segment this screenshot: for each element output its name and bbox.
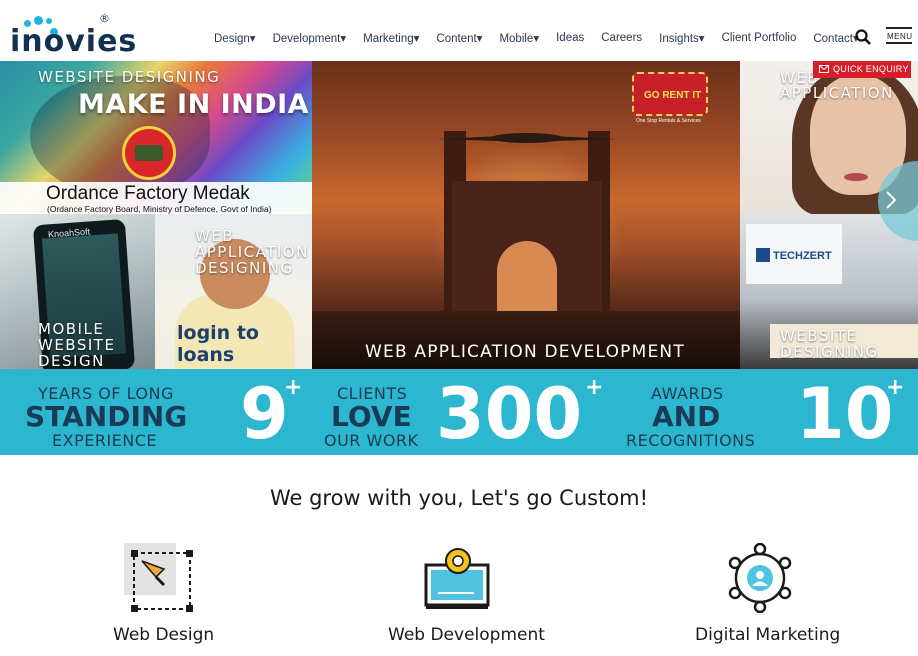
nav-development[interactable]: Development▾ bbox=[273, 31, 347, 45]
menu-bar bbox=[886, 27, 912, 29]
tile-title-line: DESIGNING bbox=[780, 343, 879, 361]
site-header: inovies ® Design▾ Development▾ Marketing… bbox=[0, 0, 918, 61]
tile-title-line: WEBSITE bbox=[38, 336, 116, 354]
stat-number: 300 bbox=[436, 373, 583, 455]
nav-insights[interactable]: Insights▾ bbox=[659, 31, 704, 45]
main-nav: Design▾ Development▾ Marketing▾ Content▾… bbox=[214, 30, 876, 46]
techzert-logo-icon bbox=[756, 248, 770, 262]
network-user-icon[interactable] bbox=[725, 542, 795, 614]
go-rent-it-subtitle: One Stop Rentals & Services bbox=[636, 118, 701, 124]
nav-contact[interactable]: Contact▾ bbox=[813, 31, 858, 45]
chevron-right-icon bbox=[886, 191, 896, 209]
nav-mobile[interactable]: Mobile▾ bbox=[499, 31, 539, 45]
stat-plus: + bbox=[886, 375, 905, 400]
tile-web-application-development[interactable]: GO RENT IT One Stop Rentals & Services W… bbox=[312, 61, 740, 369]
stat-label-mid: AND bbox=[652, 400, 721, 433]
techzert-brand: TECHZERT bbox=[773, 250, 832, 262]
tile-login-to-loans[interactable]: WEB APPLICATION DESIGNING login to loans bbox=[155, 214, 312, 369]
logo[interactable]: inovies ® bbox=[10, 12, 136, 59]
tile-title-line: WEB bbox=[195, 227, 235, 245]
tile-title-line: DESIGNING bbox=[195, 259, 294, 277]
ordnance-title: Ordance Factory Medak bbox=[46, 183, 250, 204]
tile-ordnance[interactable]: Ordance Factory Medak (Ordance Factory B… bbox=[0, 182, 312, 214]
nav-design[interactable]: Design▾ bbox=[214, 31, 256, 45]
tagline: We grow with you, Let's go Custom! bbox=[269, 486, 649, 510]
portrait-lips bbox=[844, 173, 868, 181]
stat-plus: + bbox=[284, 375, 303, 400]
menu-label: MENU bbox=[887, 32, 913, 41]
quick-enquiry-label: QUICK ENQUIRY bbox=[833, 64, 909, 74]
stat-number: 10 bbox=[796, 373, 894, 455]
tile-title: WEBSITE DESIGNING bbox=[38, 68, 221, 86]
ordnance-emblem bbox=[122, 126, 176, 180]
stat-label-bottom: EXPERIENCE bbox=[52, 431, 158, 450]
tile-caption: WEB APPLICATION DEVELOPMENT bbox=[365, 342, 685, 362]
stat-label-bottom: OUR WORK bbox=[324, 431, 419, 450]
quick-enquiry-button[interactable]: QUICK ENQUIRY bbox=[813, 61, 911, 78]
registered-mark: ® bbox=[99, 12, 110, 25]
service-title-web-development[interactable]: Web Development bbox=[388, 625, 545, 645]
stat-plus: + bbox=[585, 375, 604, 400]
tile-mobile-website[interactable]: KnoahSoft MOBILE WEBSITE DESIGN bbox=[0, 214, 155, 369]
stat-label-bottom: RECOGNITIONS bbox=[626, 431, 756, 450]
ordnance-subtitle: (Ordance Factory Board, Ministry of Defe… bbox=[47, 204, 272, 214]
tile-title-line: WEBSITE bbox=[780, 327, 858, 345]
nav-careers[interactable]: Careers bbox=[601, 32, 642, 44]
stat-number: 9 bbox=[240, 373, 289, 455]
mail-icon bbox=[819, 65, 829, 73]
hero-collage: WEBSITE DESIGNING MAKE IN INDIA Ordance … bbox=[0, 61, 918, 369]
charminar-graphic bbox=[452, 181, 602, 321]
airplane-icon bbox=[437, 133, 617, 143]
service-title-web-design[interactable]: Web Design bbox=[113, 625, 214, 645]
nav-ideas[interactable]: Ideas bbox=[556, 32, 584, 44]
tile-title-line: APPLICATION bbox=[195, 243, 309, 261]
tile-title-line: DESIGN bbox=[38, 352, 105, 369]
go-rent-it-label: GO RENT IT bbox=[644, 90, 702, 101]
pen-tool-icon[interactable] bbox=[124, 543, 194, 613]
nav-client-portfolio[interactable]: Client Portfolio bbox=[722, 32, 797, 44]
nav-content[interactable]: Content▾ bbox=[436, 31, 482, 45]
menu-bar bbox=[886, 42, 912, 44]
stats-bar: YEARS OF LONG STANDING EXPERIENCE 9 + CL… bbox=[0, 369, 918, 455]
monitor-gear-icon[interactable] bbox=[424, 543, 494, 613]
make-in-india-headline: MAKE IN INDIA bbox=[78, 89, 310, 120]
service-title-digital-marketing[interactable]: Digital Marketing bbox=[695, 625, 840, 645]
menu-button[interactable]: MENU bbox=[886, 27, 912, 45]
stat-label-mid: LOVE bbox=[331, 400, 412, 433]
stat-label-mid: STANDING bbox=[25, 400, 188, 433]
login-to-loans-logo: login to loans bbox=[177, 322, 259, 366]
search-icon[interactable] bbox=[855, 29, 871, 45]
tile-techzert[interactable]: TECHZERT WEBSITE DESIGNING bbox=[740, 214, 918, 369]
tile-title-line: MOBILE bbox=[38, 320, 105, 338]
nav-marketing[interactable]: Marketing▾ bbox=[363, 31, 419, 45]
logo-text: inovies bbox=[10, 24, 138, 59]
